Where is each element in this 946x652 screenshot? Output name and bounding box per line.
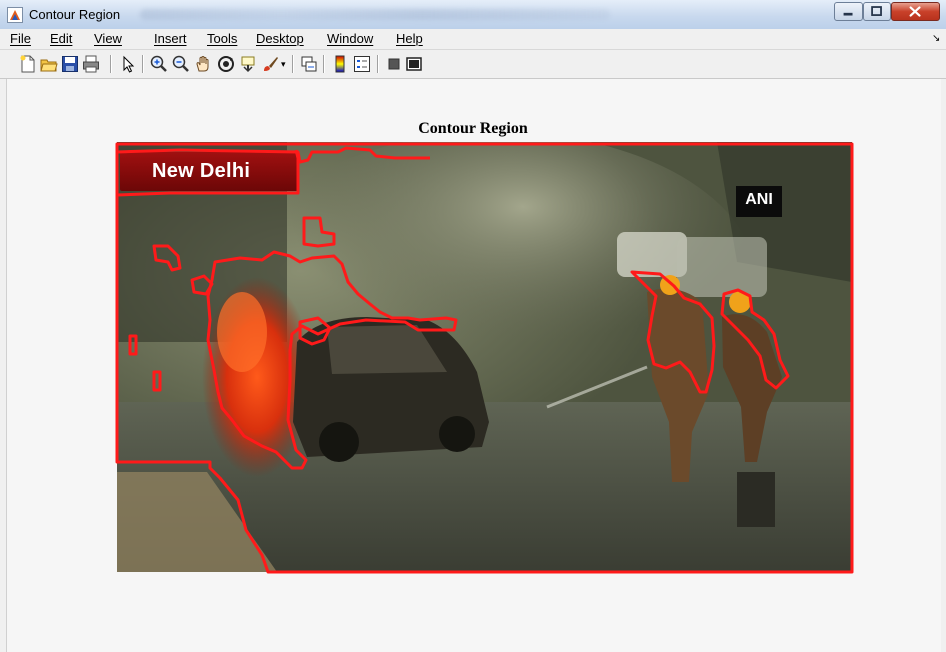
show-plot-tools-icon[interactable]: [405, 55, 423, 73]
save-icon[interactable]: [61, 55, 79, 73]
toolbar-separator: [142, 55, 144, 73]
edit-plot-icon[interactable]: [119, 55, 137, 73]
toolbar-separator: [110, 55, 112, 73]
link-plot-icon[interactable]: [300, 55, 318, 73]
figure-window: Contour Region File Edit View Insert Too…: [0, 0, 946, 652]
toolbar-separator: [292, 55, 294, 73]
pan-icon[interactable]: [194, 55, 212, 73]
hide-plot-tools-icon[interactable]: [385, 55, 403, 73]
matlab-figure-icon: [7, 7, 23, 23]
menu-file[interactable]: File: [10, 31, 31, 46]
agency-label: ANI: [745, 191, 773, 208]
colorbar-icon[interactable]: [331, 55, 349, 73]
close-button[interactable]: [891, 2, 940, 21]
toolbar-separator: [323, 55, 325, 73]
title-blur: [140, 9, 610, 20]
menu-tools[interactable]: Tools: [207, 31, 237, 46]
menu-window[interactable]: Window: [327, 31, 373, 46]
print-icon[interactable]: [82, 55, 100, 73]
chevron-right-icon[interactable]: ↘: [932, 33, 940, 44]
zoom-in-icon[interactable]: [150, 55, 168, 73]
menu-help[interactable]: Help: [396, 31, 423, 46]
new-figure-icon[interactable]: [19, 55, 37, 73]
data-cursor-icon[interactable]: [240, 55, 258, 73]
minimize-button[interactable]: [834, 2, 863, 21]
menu-bar: File Edit View Insert Tools Desktop Wind…: [0, 29, 946, 50]
location-label: New Delhi: [152, 160, 251, 182]
title-bar[interactable]: Contour Region: [0, 0, 946, 30]
zoom-out-icon[interactable]: [172, 55, 190, 73]
menu-insert[interactable]: Insert: [154, 31, 187, 46]
axes-title: Contour Region: [418, 120, 528, 137]
rotate-3d-icon[interactable]: [217, 55, 235, 73]
close-icon: [909, 6, 921, 17]
menu-view[interactable]: View: [94, 31, 122, 46]
legend-icon[interactable]: [353, 55, 371, 73]
window-title: Contour Region: [29, 7, 121, 22]
maximize-button[interactable]: [863, 2, 891, 21]
menu-desktop[interactable]: Desktop: [256, 31, 304, 46]
figure-toolbar: ▾: [0, 50, 946, 79]
open-file-icon[interactable]: [40, 55, 58, 73]
brush-icon[interactable]: [262, 55, 280, 73]
toolbar-separator: [377, 55, 379, 73]
menu-edit[interactable]: Edit: [50, 31, 72, 46]
brush-dropdown-icon[interactable]: ▾: [281, 59, 286, 70]
